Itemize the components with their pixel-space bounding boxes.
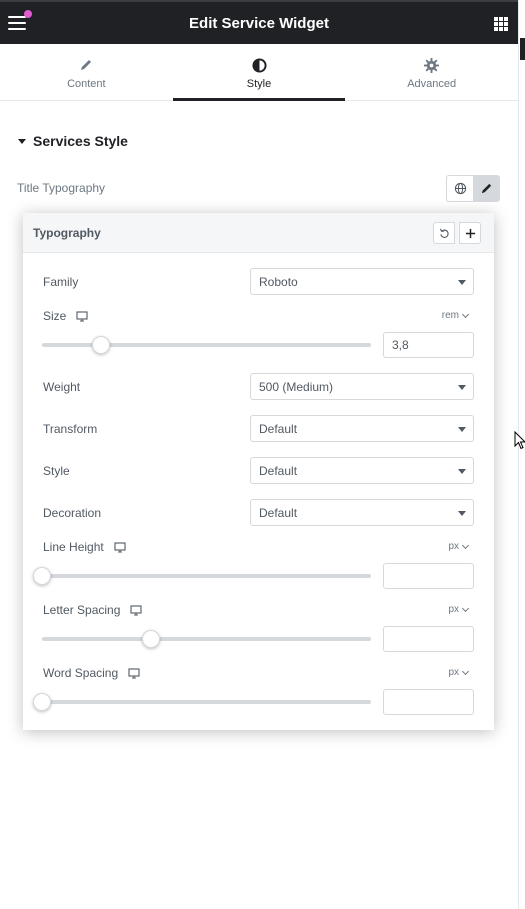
word-spacing-unit-select[interactable]: px [448,667,470,678]
top-bar: Edit Service Widget [0,0,518,44]
line-height-label: Line Height [43,540,104,554]
slider-handle[interactable] [33,693,51,711]
slider-handle[interactable] [92,336,111,354]
tab-advanced[interactable]: Advanced [345,44,518,100]
tab-content[interactable]: Content [0,44,173,100]
word-spacing-label-row: Word Spacing [43,666,140,680]
size-input[interactable] [383,332,474,358]
tab-label: Content [67,78,106,90]
scroll-thumb[interactable] [520,38,525,60]
size-unit-select[interactable]: rem [441,310,470,321]
panel-title: Edit Service Widget [189,15,329,32]
word-spacing-input[interactable] [383,689,474,715]
word-spacing-unit: px [448,667,459,678]
tab-label: Advanced [407,78,457,90]
section-toggle[interactable]: Services Style [18,133,128,149]
chevron-down-icon [461,604,470,612]
size-label: Size [43,309,67,323]
reset-icon[interactable] [433,222,455,244]
letter-spacing-label-row: Letter Spacing [43,603,142,617]
tab-style[interactable]: Style [172,44,346,101]
monitor-icon[interactable] [128,667,140,679]
weight-label: Weight [43,380,81,394]
monitor-icon[interactable] [76,310,88,322]
gear-icon [345,56,518,74]
typography-popover: Typography Family Roboto Size rem Weight… [23,213,494,730]
word-spacing-slider[interactable] [33,693,371,711]
control-label: Title Typography [17,181,106,195]
weight-select[interactable]: 500 (Medium) [250,373,474,400]
letter-spacing-unit-select[interactable]: px [448,604,470,615]
letter-spacing-input[interactable] [383,626,474,652]
slider-handle[interactable] [141,630,160,648]
popover-header: Typography [23,213,494,253]
mouse-cursor-icon [514,430,525,455]
chevron-down-icon [461,541,470,549]
globe-icon[interactable] [446,175,473,202]
grid-icon[interactable] [494,17,508,31]
letter-spacing-unit: px [448,604,459,615]
slider-handle[interactable] [33,567,51,585]
monitor-icon[interactable] [130,604,142,616]
size-unit: rem [441,310,459,321]
decoration-label: Decoration [43,506,102,520]
line-height-slider[interactable] [33,567,371,585]
tab-label: Style [246,78,272,90]
edit-pencil-icon[interactable] [473,175,500,202]
plus-icon[interactable] [459,222,481,244]
word-spacing-label: Word Spacing [43,666,119,680]
family-select[interactable]: Roboto [250,268,474,295]
popover-title: Typography [33,226,101,240]
transform-label: Transform [43,422,98,436]
panel-tabs: Content Style Advanced [0,44,518,101]
decoration-select[interactable]: Default [250,499,474,526]
monitor-icon[interactable] [114,541,126,553]
transform-select[interactable]: Default [250,415,474,442]
letter-spacing-slider[interactable] [42,630,371,648]
line-height-unit: px [448,541,459,552]
chevron-down-icon [461,667,470,675]
pencil-icon [0,56,173,74]
half-circle-icon [173,56,346,74]
section-title: Services Style [33,133,128,149]
line-height-unit-select[interactable]: px [448,541,470,552]
chevron-down-icon [461,310,470,318]
caret-down-icon [18,138,26,144]
style-select[interactable]: Default [250,457,474,484]
line-height-input[interactable] [383,563,474,589]
size-label-row: Size [43,309,88,323]
family-label: Family [43,275,79,289]
style-label: Style [43,464,70,478]
typography-toggle-group [446,175,500,202]
line-height-label-row: Line Height [43,540,126,554]
size-slider[interactable] [42,336,371,354]
letter-spacing-label: Letter Spacing [43,603,121,617]
